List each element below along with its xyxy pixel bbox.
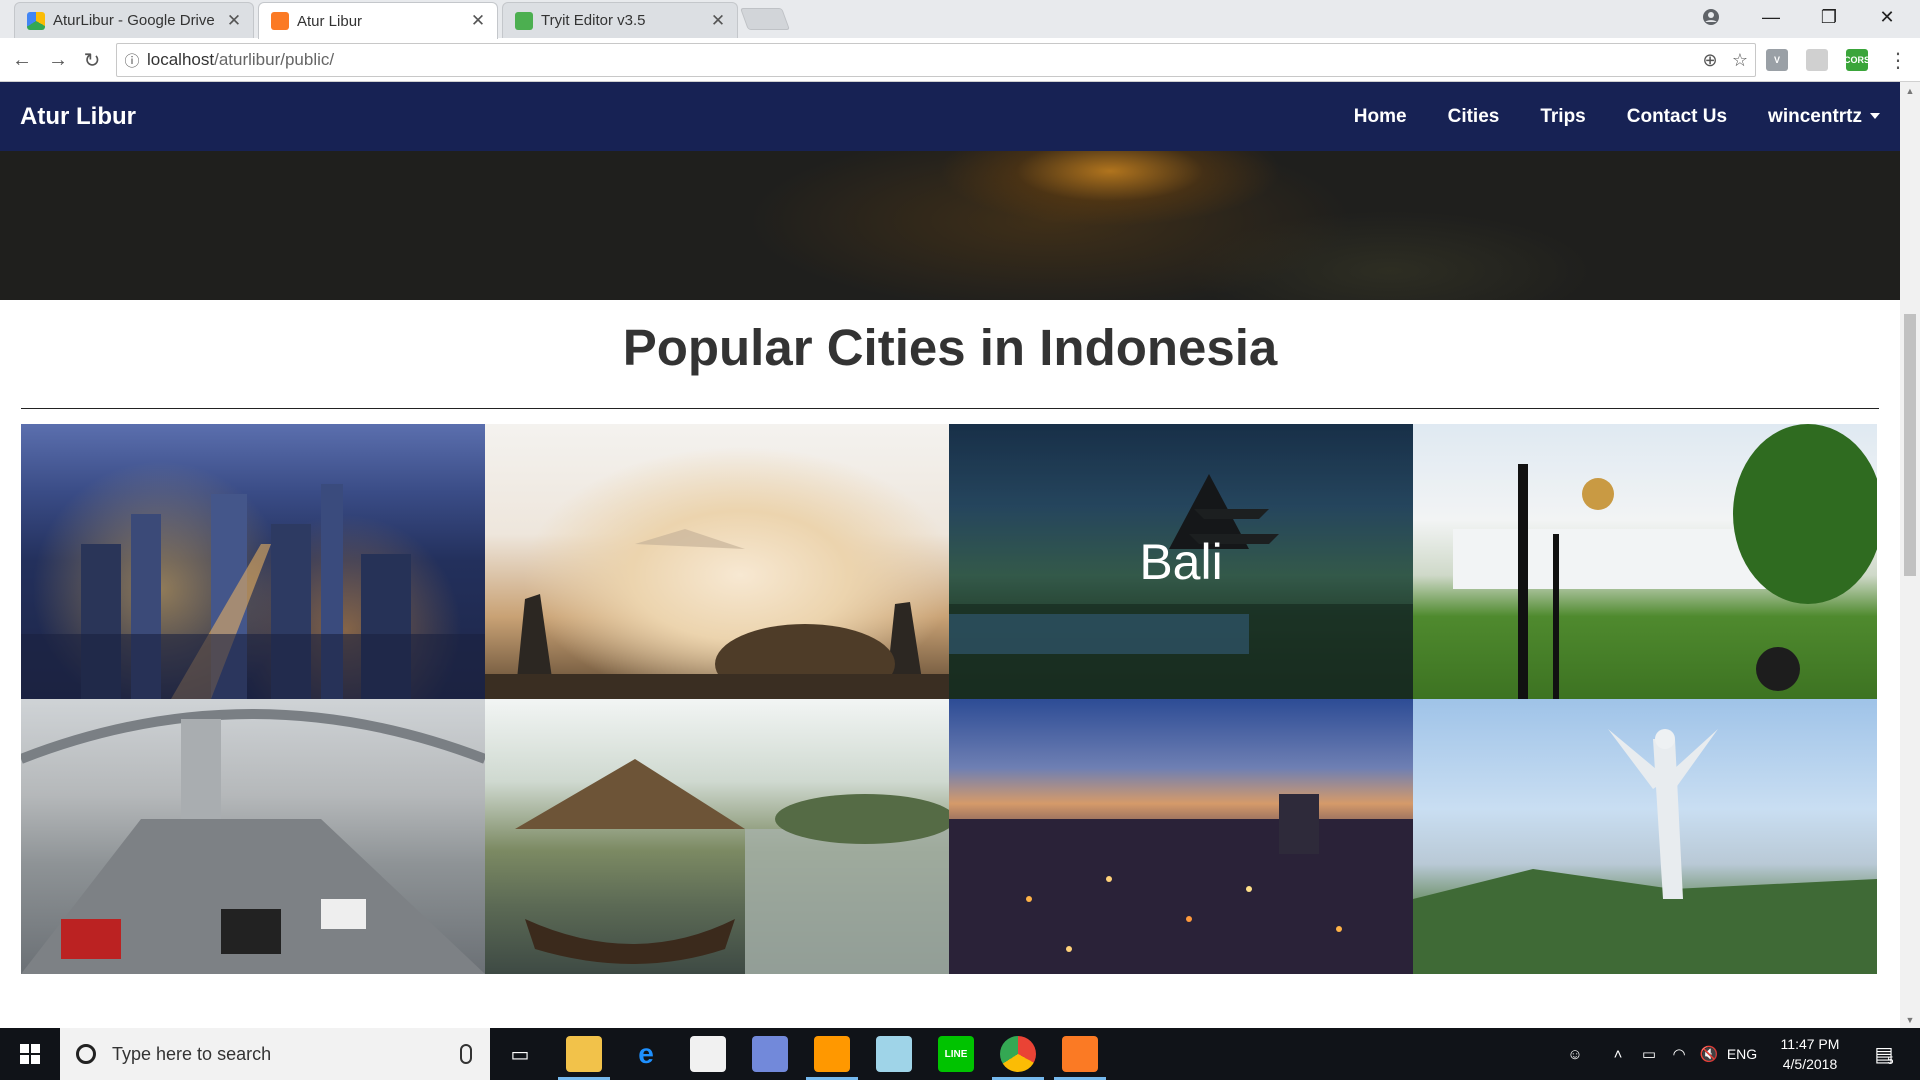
- nav-link-cities[interactable]: Cities: [1448, 106, 1500, 128]
- nav-link-contact[interactable]: Contact Us: [1627, 106, 1727, 128]
- scroll-thumb[interactable]: [1904, 314, 1916, 576]
- chrome-icon[interactable]: [1000, 1036, 1036, 1072]
- url-text[interactable]: localhost/aturlibur/public/: [147, 50, 1695, 70]
- city-tile-medan[interactable]: [949, 699, 1413, 974]
- page-scrollbar[interactable]: ▲ ▼: [1900, 82, 1920, 1028]
- scroll-down-arrow-icon[interactable]: ▼: [1900, 1011, 1920, 1028]
- nav-link-home[interactable]: Home: [1354, 106, 1407, 128]
- w3schools-icon: [515, 11, 533, 30]
- search-placeholder: Type here to search: [112, 1043, 272, 1064]
- minimize-button[interactable]: —: [1742, 0, 1800, 34]
- close-icon[interactable]: ✕: [225, 11, 243, 31]
- city-tile-palembang[interactable]: [485, 699, 949, 974]
- cors-extension-icon[interactable]: CORS: [1844, 49, 1870, 71]
- user-name: wincentrtz: [1768, 105, 1862, 127]
- site-navbar: Atur Libur Home Cities Trips Contact Us …: [0, 82, 1900, 151]
- chevron-up-icon[interactable]: ˄: [1606, 1028, 1630, 1080]
- windows-logo-icon: [20, 1044, 40, 1064]
- caret-down-icon: [1870, 113, 1880, 120]
- clock-time: 11:47 PM: [1780, 1036, 1840, 1052]
- sublime-text-icon[interactable]: [814, 1036, 850, 1072]
- action-center-icon[interactable]: ▤ 5: [1864, 1028, 1904, 1080]
- city-tile-manado[interactable]: [1413, 699, 1877, 974]
- close-icon[interactable]: ✕: [469, 11, 487, 31]
- tab-title: Atur Libur: [297, 12, 363, 30]
- nav-links: Home Cities Trips Contact Us wincentrtz: [1313, 106, 1880, 128]
- city-name: Bali: [1139, 533, 1223, 590]
- start-button[interactable]: [0, 1028, 60, 1080]
- vue-devtools-icon[interactable]: V: [1766, 49, 1788, 71]
- microphone-icon[interactable]: [460, 1044, 472, 1064]
- city-tile-jakarta[interactable]: [21, 424, 485, 699]
- section-divider: [21, 408, 1879, 409]
- app-icon[interactable]: [876, 1036, 912, 1072]
- edge-icon[interactable]: e: [628, 1036, 664, 1072]
- browser-toolbar: ← → ↻ ⓘ localhost/aturlibur/public/ ⊕ ☆ …: [0, 38, 1920, 82]
- city-grid: Bali: [21, 424, 1879, 974]
- browser-tab-strip: AturLibur - Google Drive ✕ Atur Libur ✕ …: [0, 0, 1920, 39]
- address-bar[interactable]: ⓘ localhost/aturlibur/public/ ⊕ ☆: [116, 43, 1756, 77]
- language-indicator[interactable]: ENG: [1724, 1028, 1760, 1080]
- city-tile-bali[interactable]: Bali: [949, 424, 1413, 699]
- windows-taskbar: Type here to search ▭ e LINE ☺ ˄ ▭ ◠ 🔇 E…: [0, 1028, 1920, 1080]
- xampp-icon: [271, 12, 289, 30]
- cortana-icon: [76, 1044, 96, 1064]
- city-tile-yogyakarta[interactable]: [485, 424, 949, 699]
- taskbar-search[interactable]: Type here to search: [60, 1028, 490, 1080]
- wifi-icon[interactable]: ◠: [1666, 1028, 1692, 1080]
- store-icon[interactable]: [690, 1036, 726, 1072]
- volume-muted-icon[interactable]: 🔇: [1696, 1028, 1722, 1080]
- close-window-button[interactable]: ✕: [1858, 0, 1916, 34]
- city-tile-bogor[interactable]: [1413, 424, 1877, 699]
- zoom-icon[interactable]: ⊕: [1695, 50, 1725, 71]
- new-tab-button[interactable]: [739, 8, 791, 30]
- task-view-icon[interactable]: ▭: [502, 1036, 538, 1072]
- bookmark-star-icon[interactable]: ☆: [1725, 50, 1755, 71]
- tab-title: AturLibur - Google Drive: [53, 12, 215, 29]
- xampp-icon[interactable]: [1062, 1036, 1098, 1072]
- tab-google-drive[interactable]: AturLibur - Google Drive ✕: [14, 2, 254, 38]
- notification-count: 5: [1887, 1055, 1894, 1067]
- clock-date: 4/5/2018: [1782, 1056, 1838, 1072]
- extension-icon[interactable]: [1806, 49, 1828, 71]
- battery-icon[interactable]: ▭: [1636, 1028, 1662, 1080]
- section-title: Popular Cities in Indonesia: [622, 319, 1278, 376]
- file-explorer-icon[interactable]: [566, 1036, 602, 1072]
- info-icon[interactable]: ⓘ: [117, 50, 147, 71]
- user-dropdown[interactable]: wincentrtz: [1768, 106, 1880, 128]
- line-icon[interactable]: LINE: [938, 1036, 974, 1072]
- hero-image: [0, 151, 1900, 300]
- taskbar-clock[interactable]: 11:47 PM 4/5/2018: [1760, 1034, 1860, 1074]
- reload-button[interactable]: ↻: [78, 46, 106, 74]
- city-tile-surabaya[interactable]: [21, 699, 485, 974]
- forward-button[interactable]: →: [44, 46, 72, 74]
- people-icon[interactable]: ☺: [1560, 1028, 1590, 1080]
- site-brand[interactable]: Atur Libur: [20, 103, 136, 131]
- restore-button[interactable]: ❐: [1800, 0, 1858, 34]
- profile-icon[interactable]: [1682, 0, 1740, 34]
- scroll-up-arrow-icon[interactable]: ▲: [1900, 82, 1920, 99]
- tab-tryit-editor[interactable]: Tryit Editor v3.5 ✕: [502, 2, 738, 38]
- nav-link-trips[interactable]: Trips: [1540, 106, 1585, 128]
- discord-icon[interactable]: [752, 1036, 788, 1072]
- tab-atur-libur[interactable]: Atur Libur ✕: [258, 2, 498, 39]
- tab-title: Tryit Editor v3.5: [541, 12, 646, 29]
- back-button[interactable]: ←: [8, 46, 36, 74]
- google-drive-icon: [27, 11, 45, 30]
- page-viewport: Atur Libur Home Cities Trips Contact Us …: [0, 82, 1900, 1028]
- menu-kebab-icon[interactable]: ⋮: [1884, 46, 1912, 74]
- close-icon[interactable]: ✕: [709, 11, 727, 31]
